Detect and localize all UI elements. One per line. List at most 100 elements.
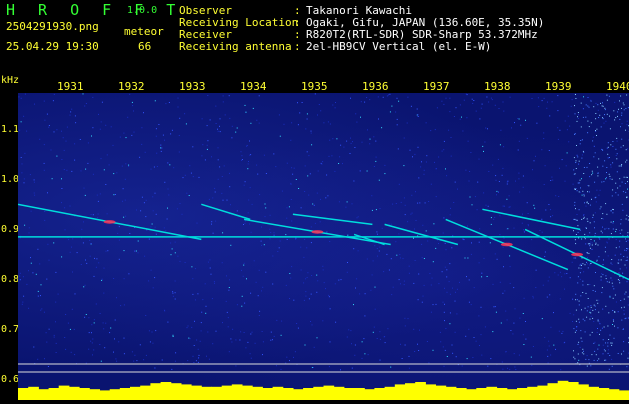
- noise-speckle: [628, 240, 629, 241]
- noise-speckle: [580, 192, 581, 193]
- noise-speckle: [320, 199, 321, 200]
- noise-speckle: [609, 296, 610, 297]
- noise-speckle: [211, 221, 212, 222]
- noise-speckle: [294, 168, 295, 169]
- noise-speckle: [33, 347, 34, 348]
- noise-speckle: [257, 174, 258, 175]
- noise-speckle: [619, 246, 620, 247]
- noise-speckle: [156, 234, 157, 235]
- noise-speckle: [542, 318, 543, 319]
- noise-speckle: [101, 121, 102, 122]
- noise-speckle: [457, 289, 458, 290]
- noise-speckle: [613, 110, 614, 111]
- noise-speckle: [305, 278, 306, 279]
- noise-speckle: [545, 210, 546, 211]
- noise-speckle: [605, 342, 606, 343]
- noise-speckle: [37, 249, 38, 250]
- noise-speckle: [374, 245, 375, 246]
- noise-speckle: [405, 345, 406, 346]
- noise-speckle: [470, 152, 471, 153]
- noise-speckle: [116, 361, 117, 362]
- noise-speckle: [602, 287, 603, 288]
- noise-speckle: [528, 224, 529, 225]
- meteor-trace: [482, 209, 580, 229]
- noise-speckle: [125, 200, 126, 201]
- noise-speckle: [573, 314, 574, 315]
- noise-speckle: [125, 216, 126, 217]
- noise-speckle: [134, 132, 135, 133]
- noise-speckle: [40, 295, 41, 296]
- noise-speckle: [54, 131, 55, 132]
- level-bar: [436, 386, 447, 400]
- noise-speckle: [558, 139, 559, 140]
- noise-speckle: [230, 338, 231, 339]
- noise-speckle: [255, 343, 256, 344]
- level-bar: [334, 387, 345, 400]
- noise-speckle: [608, 142, 609, 143]
- noise-speckle: [205, 313, 206, 314]
- noise-speckle: [589, 232, 590, 233]
- noise-speckle: [598, 117, 599, 118]
- level-bar: [222, 386, 233, 400]
- noise-speckle: [178, 98, 179, 99]
- noise-speckle: [587, 221, 588, 222]
- noise-speckle: [588, 267, 589, 268]
- noise-speckle: [575, 189, 576, 190]
- noise-speckle: [583, 351, 584, 352]
- noise-speckle: [300, 247, 301, 248]
- noise-speckle: [619, 166, 620, 167]
- noise-speckle: [90, 341, 91, 342]
- noise-speckle: [270, 232, 271, 233]
- noise-speckle: [570, 313, 571, 314]
- noise-speckle: [56, 343, 57, 344]
- noise-speckle: [263, 341, 264, 342]
- noise-speckle: [173, 167, 174, 168]
- noise-speckle: [368, 354, 369, 355]
- noise-speckle: [380, 208, 381, 209]
- noise-speckle: [70, 329, 71, 330]
- noise-speckle: [210, 268, 211, 269]
- noise-speckle: [615, 117, 616, 118]
- noise-speckle: [410, 150, 411, 151]
- noise-speckle: [491, 98, 492, 99]
- noise-speckle: [613, 209, 614, 210]
- noise-speckle: [270, 340, 271, 341]
- noise-speckle: [617, 153, 618, 154]
- noise-speckle: [63, 137, 64, 138]
- noise-speckle: [304, 191, 305, 192]
- noise-speckle: [601, 231, 602, 232]
- noise-speckle: [612, 162, 613, 163]
- noise-speckle: [373, 136, 374, 137]
- noise-speckle: [583, 218, 584, 219]
- noise-speckle: [583, 117, 584, 118]
- noise-speckle: [587, 218, 588, 219]
- noise-speckle: [298, 188, 299, 189]
- noise-speckle: [419, 330, 420, 331]
- noise-speckle: [528, 225, 529, 226]
- noise-speckle: [612, 280, 613, 281]
- noise-speckle: [250, 334, 251, 335]
- noise-speckle: [354, 147, 355, 148]
- noise-speckle: [592, 249, 593, 250]
- noise-speckle: [322, 266, 323, 267]
- noise-speckle: [72, 272, 73, 273]
- noise-speckle: [565, 181, 566, 182]
- level-bar: [527, 387, 538, 400]
- noise-speckle: [244, 263, 245, 264]
- noise-speckle: [374, 327, 375, 328]
- meteor-trace: [201, 204, 250, 219]
- noise-speckle: [384, 336, 385, 337]
- noise-speckle: [329, 241, 330, 242]
- noise-speckle: [207, 95, 208, 96]
- noise-speckle: [518, 150, 519, 151]
- noise-speckle: [453, 202, 454, 203]
- noise-speckle: [330, 308, 331, 309]
- noise-speckle: [104, 268, 105, 269]
- noise-speckle: [587, 191, 588, 192]
- noise-speckle: [325, 197, 326, 198]
- noise-speckle: [145, 315, 146, 316]
- noise-speckle: [476, 111, 477, 112]
- noise-speckle: [414, 229, 415, 230]
- noise-speckle: [83, 286, 84, 287]
- noise-speckle: [353, 304, 354, 305]
